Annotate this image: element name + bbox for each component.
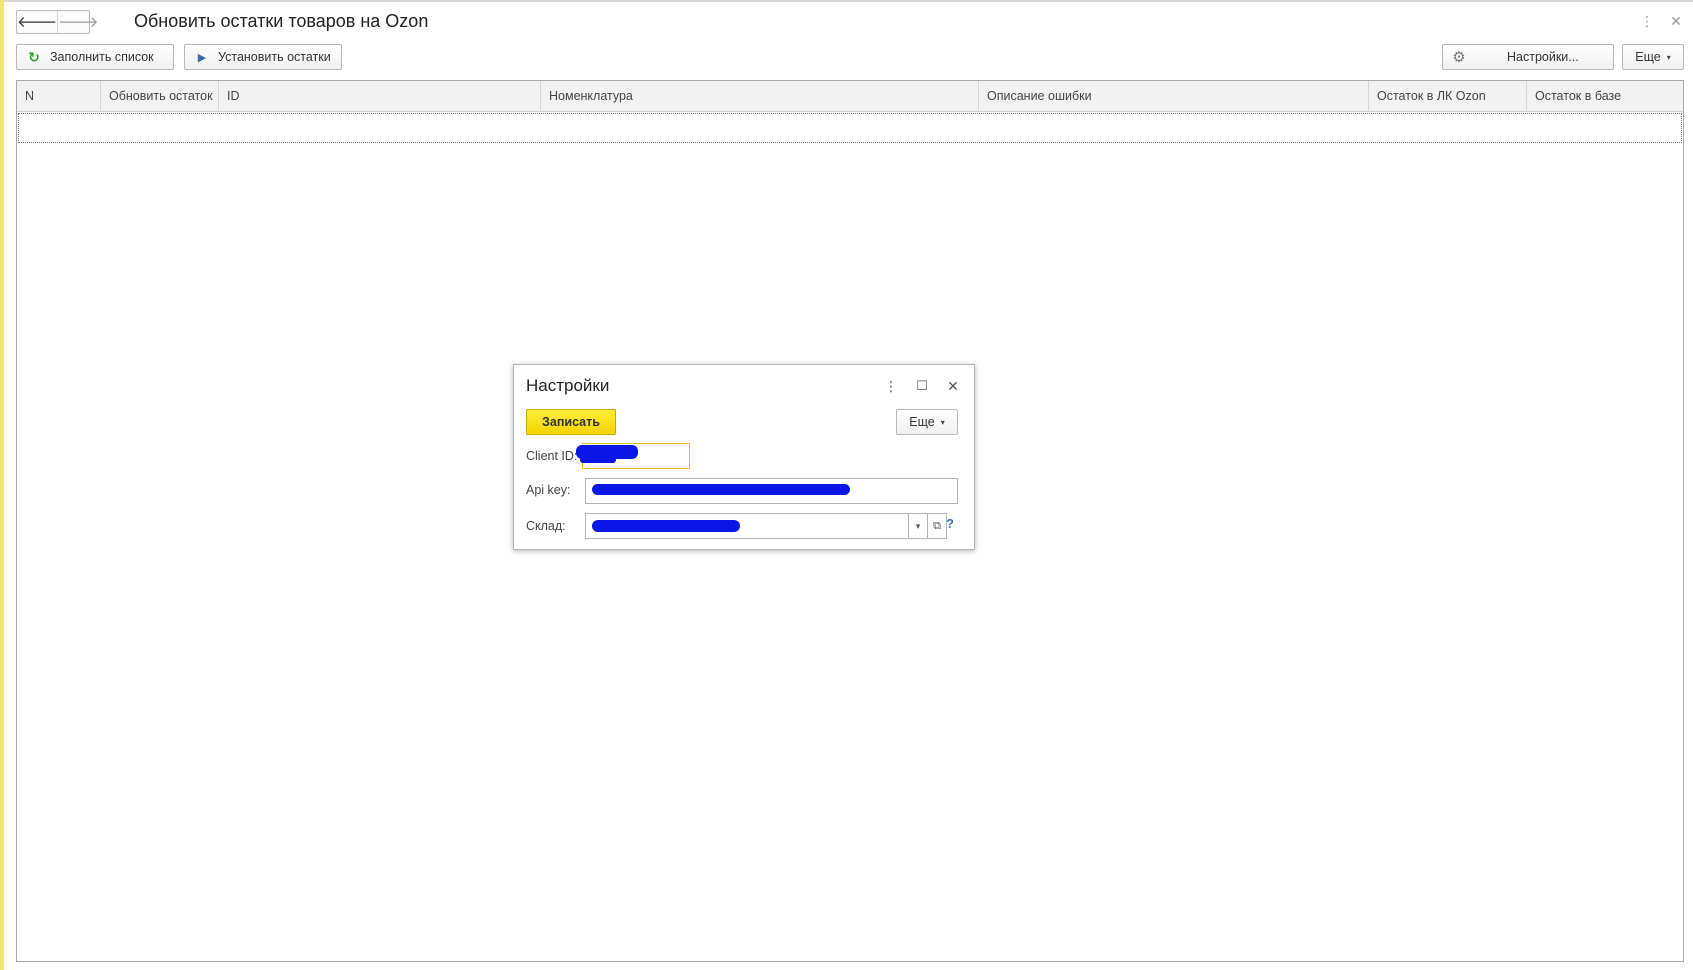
set-stock-label: Установить остатки <box>218 50 331 64</box>
gear-icon: ⚙ <box>1452 49 1466 66</box>
window-top-border <box>0 0 1693 2</box>
maximize-icon: ☐ <box>916 378 928 393</box>
close-icon: ✕ <box>1670 13 1682 29</box>
table-row[interactable] <box>18 113 1682 143</box>
play-arrow-icon: ▶ <box>197 51 207 64</box>
column-header-stock-base[interactable]: Остаток в базе <box>1527 81 1683 112</box>
column-header-id[interactable]: ID <box>219 81 541 112</box>
warehouse-redaction <box>592 520 740 532</box>
column-header-update-stock[interactable]: Обновить остаток <box>101 81 219 112</box>
chevron-down-icon: ▾ <box>915 521 921 531</box>
column-header-nomenclature[interactable]: Номенклатура <box>541 81 979 112</box>
page-title: Обновить остатки товаров на Ozon <box>134 11 429 31</box>
settings-dialog: Настройки ⋮ ☐ ✕ Записать Еще ▾ Client ID… <box>513 364 975 550</box>
dialog-more-button[interactable]: Еще ▾ <box>896 409 958 435</box>
open-form-icon: ⧉ <box>933 520 941 532</box>
close-icon: ✕ <box>947 378 959 394</box>
kebab-icon: ⋮ <box>1640 13 1654 29</box>
dialog-close-button[interactable]: ✕ <box>945 377 961 395</box>
column-header-stock-ozon[interactable]: Остаток в ЛК Ozon <box>1369 81 1527 112</box>
more-button[interactable]: Еще ▾ <box>1622 44 1684 70</box>
column-header-error-description[interactable]: Описание ошибки <box>979 81 1369 112</box>
dialog-maximize-button[interactable]: ☐ <box>914 377 930 395</box>
save-button[interactable]: Записать <box>526 409 616 435</box>
arrow-right-icon: 🡒 <box>58 13 99 31</box>
client-id-redaction-tail <box>580 457 616 463</box>
client-id-label: Client ID: <box>526 449 578 463</box>
chevron-down-icon: ▾ <box>940 417 945 427</box>
forward-button[interactable]: 🡒 <box>58 11 98 33</box>
dialog-title: Настройки <box>526 376 610 395</box>
api-key-label: Api key: <box>526 483 571 497</box>
column-header-n[interactable]: N <box>17 81 101 112</box>
settings-label: Настройки... <box>1507 50 1579 64</box>
arrow-left-icon: 🡐 <box>17 13 58 31</box>
help-icon[interactable]: ? <box>946 516 954 531</box>
warehouse-dropdown-button[interactable]: ▾ <box>908 513 928 539</box>
more-label: Еще <box>1635 50 1661 64</box>
refresh-icon: ↻ <box>28 48 40 65</box>
fill-list-button[interactable]: ↻ Заполнить список <box>16 44 174 70</box>
dialog-more-label: Еще <box>909 415 935 429</box>
back-button[interactable]: 🡐 <box>17 11 59 33</box>
dialog-menu-button[interactable]: ⋮ <box>883 377 899 395</box>
settings-button[interactable]: ⚙ Настройки... <box>1442 44 1614 70</box>
warehouse-label: Склад: <box>526 519 566 533</box>
kebab-icon: ⋮ <box>884 378 898 394</box>
warehouse-open-button[interactable]: ⧉ <box>927 513 947 539</box>
window-close-button[interactable]: ✕ <box>1668 13 1684 29</box>
api-key-redaction <box>592 484 850 495</box>
fill-list-label: Заполнить список <box>50 50 154 64</box>
set-stock-button[interactable]: ▶ Установить остатки <box>184 44 342 70</box>
navigation-buttons: 🡐 🡒 <box>16 10 98 34</box>
left-accent-stripe <box>0 0 4 970</box>
chevron-down-icon: ▾ <box>1666 52 1671 62</box>
window-menu-button[interactable]: ⋮ <box>1640 13 1654 29</box>
table-header: N Обновить остаток ID Номенклатура Описа… <box>17 81 1683 112</box>
